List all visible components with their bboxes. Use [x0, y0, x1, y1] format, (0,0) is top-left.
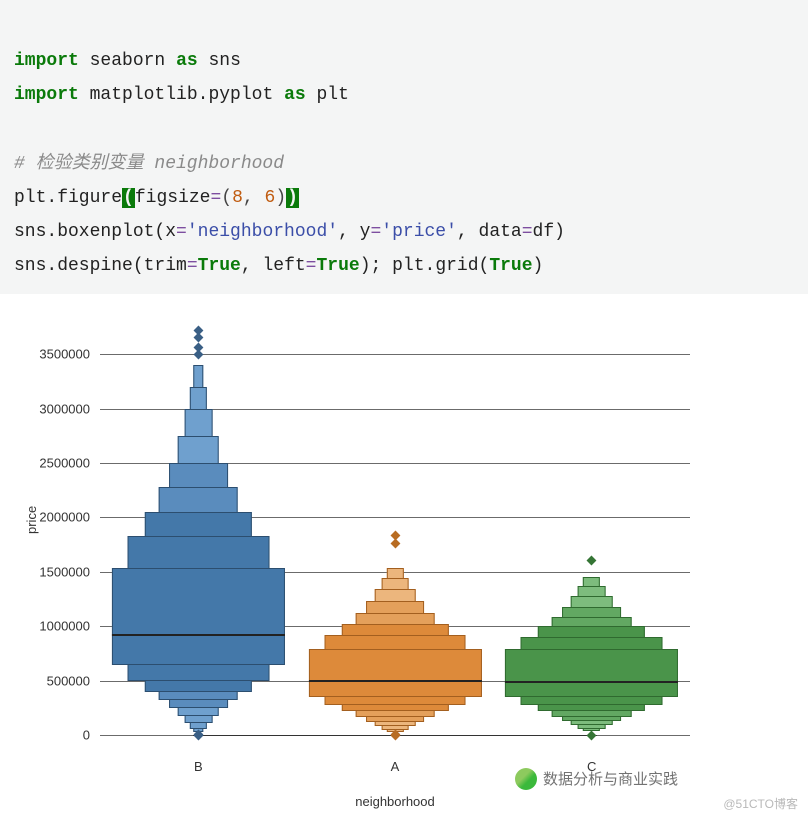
code-block: import seaborn as sns import matplotlib.…	[0, 0, 808, 294]
y-tick-label: 0	[0, 728, 90, 743]
kw-import: import	[14, 51, 79, 71]
y-tick-label: 2500000	[0, 456, 90, 471]
watermark-source: @51CTO博客	[723, 795, 798, 812]
boxen-C	[505, 322, 678, 752]
outlier-point	[587, 730, 597, 740]
y-tick-label: 1500000	[0, 564, 90, 579]
code-comment: # 检验类别变量 neighborhood	[14, 154, 284, 174]
boxen-A	[308, 322, 481, 752]
x-axis-label: neighborhood	[100, 794, 690, 809]
y-tick-label: 1000000	[0, 619, 90, 634]
paren-highlight-open: (	[122, 188, 135, 208]
boxen-B	[112, 322, 285, 752]
boxen-level	[505, 649, 678, 697]
watermark-account: 数据分析与商业实践	[515, 768, 678, 790]
x-tick-label: A	[391, 759, 400, 774]
boxen-level	[112, 568, 285, 666]
outlier-point	[193, 343, 203, 353]
median-line	[308, 680, 481, 682]
plot-area	[100, 322, 690, 752]
y-tick-label: 3000000	[0, 401, 90, 416]
outlier-point	[587, 556, 597, 566]
outlier-point	[193, 325, 203, 335]
wechat-icon	[515, 768, 537, 790]
y-tick-label: 500000	[0, 673, 90, 688]
outlier-point	[390, 531, 400, 541]
median-line	[112, 634, 285, 636]
paren-highlight-close: )	[286, 188, 299, 208]
median-line	[505, 681, 678, 683]
y-tick-label: 2000000	[0, 510, 90, 525]
chart-figure: price 0500000100000015000002000000250000…	[0, 294, 808, 814]
boxen-level	[308, 649, 481, 697]
x-tick-label: B	[194, 759, 203, 774]
y-tick-label: 3500000	[0, 347, 90, 362]
